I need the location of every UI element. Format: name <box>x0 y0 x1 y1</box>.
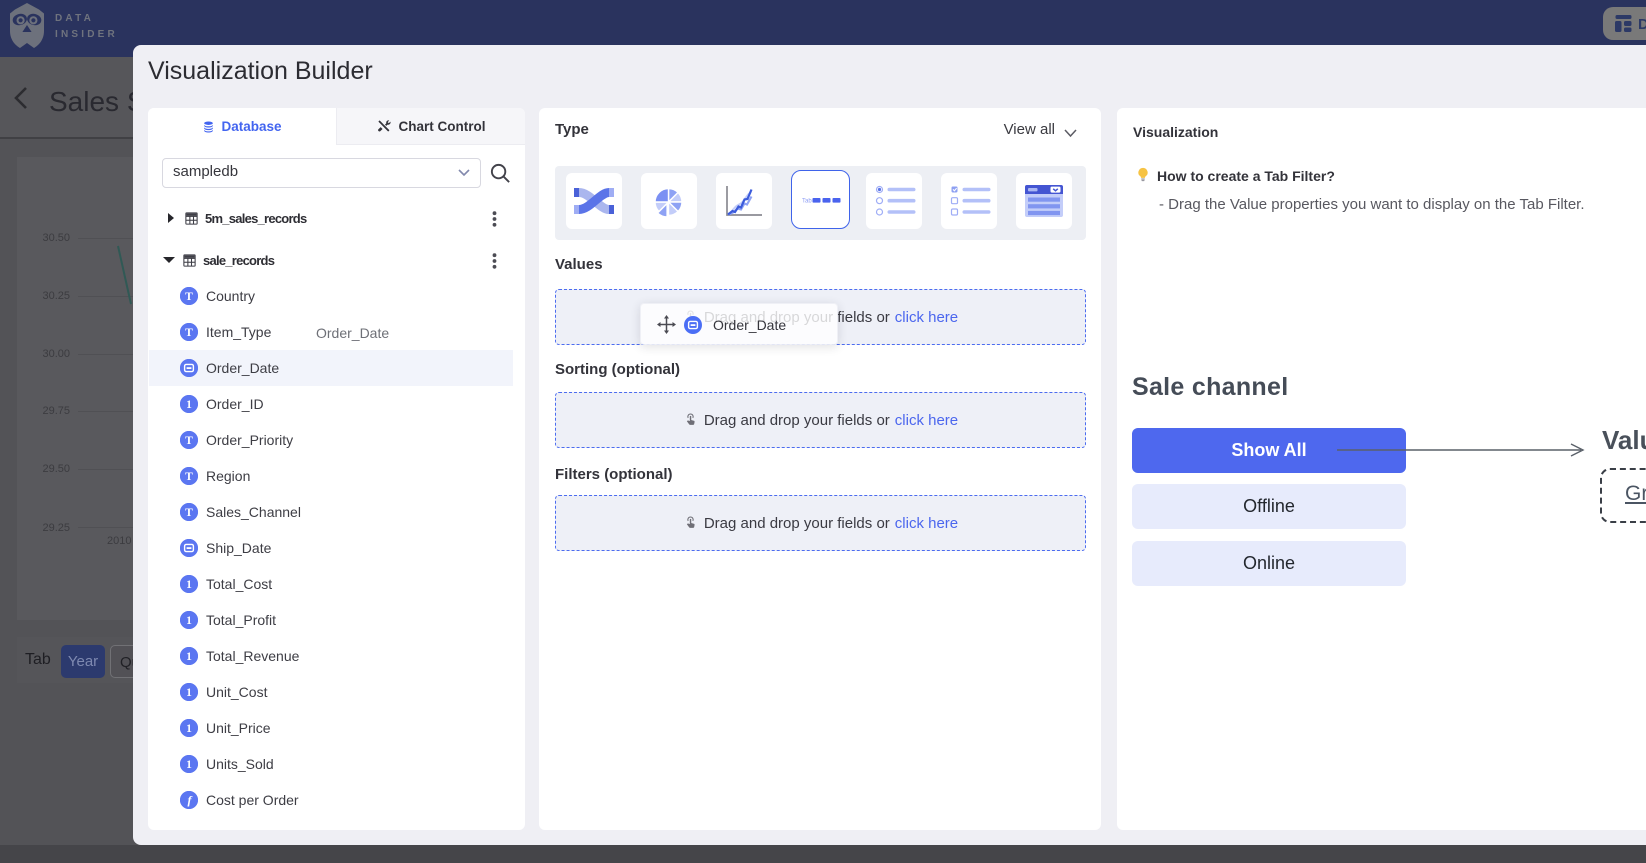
svg-text:T: T <box>185 291 193 303</box>
svg-text:1: 1 <box>186 723 192 735</box>
svg-text:1: 1 <box>186 399 192 411</box>
svg-text:1: 1 <box>186 687 192 699</box>
svg-text:T: T <box>185 507 193 519</box>
svg-text:T: T <box>185 327 193 339</box>
svg-text:1: 1 <box>186 651 192 663</box>
svg-text:Tab: Tab <box>802 199 812 205</box>
svg-text:1: 1 <box>186 579 192 591</box>
svg-text:1: 1 <box>186 759 192 771</box>
svg-text:T: T <box>185 471 193 483</box>
svg-text:T: T <box>185 435 193 447</box>
svg-text:1: 1 <box>186 615 192 627</box>
